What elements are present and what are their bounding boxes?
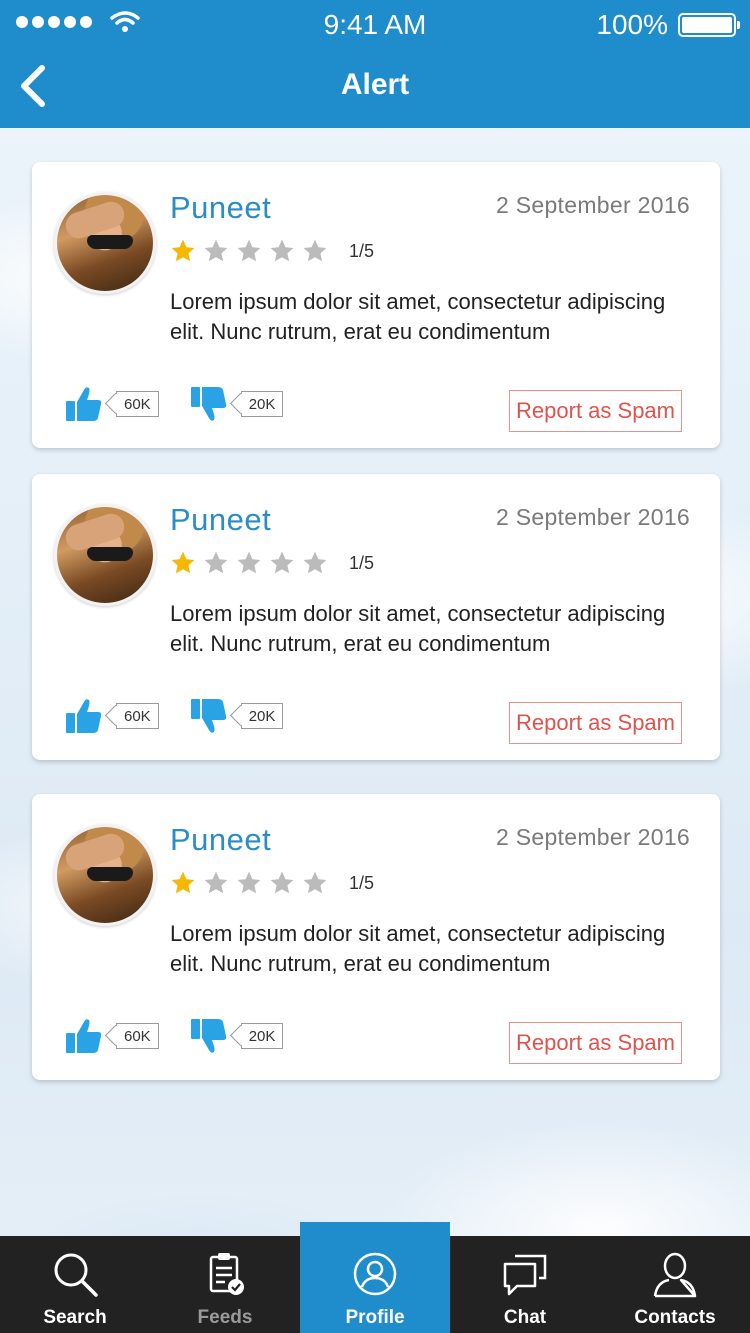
tab-label: Contacts [634, 1307, 716, 1328]
star-rating: 1/5 [170, 550, 374, 576]
tab-chat[interactable]: Chat [450, 1236, 600, 1333]
dislikes-count: 20K [240, 703, 284, 729]
star-empty-icon [237, 871, 261, 894]
likes-count: 60K [116, 703, 159, 729]
star-empty-icon [270, 239, 294, 262]
star-empty-icon [303, 551, 327, 574]
chat-icon [503, 1254, 547, 1296]
star-empty-icon [270, 551, 294, 574]
dislikes-count: 20K [240, 391, 284, 417]
nav-bar: Alert [0, 48, 750, 128]
thumbs-down-icon[interactable] [190, 696, 227, 736]
tab-feeds[interactable]: Feeds [150, 1236, 300, 1333]
star-rating: 1/5 [170, 238, 374, 264]
thumbs-down-icon[interactable] [190, 1016, 227, 1056]
report-spam-button[interactable]: Report as Spam [509, 702, 682, 744]
star-rating: 1/5 [170, 870, 374, 896]
tab-label: Chat [503, 1307, 547, 1328]
review-card: Puneet 2 September 2016 1/5 Lorem ipsum … [32, 474, 720, 760]
battery-percentage: 100% [596, 9, 668, 40]
star-empty-icon [303, 239, 327, 262]
review-card: Puneet 2 September 2016 1/5 Lorem ipsum … [32, 162, 720, 448]
star-empty-icon [237, 551, 261, 574]
thumbs-down-icon[interactable] [190, 384, 227, 424]
clipboard-icon [209, 1253, 244, 1295]
avatar [54, 824, 156, 926]
star-empty-icon [303, 871, 327, 894]
rating-text: 1/5 [349, 240, 375, 261]
tab-contacts[interactable]: Contacts [600, 1236, 750, 1333]
star-empty-icon [270, 871, 294, 894]
vote-actions: 60K 20K [66, 1016, 284, 1056]
avatar [54, 504, 156, 606]
review-card: Puneet 2 September 2016 1/5 Lorem ipsum … [32, 794, 720, 1080]
header: 9:41 AM 100% Alert [0, 0, 750, 128]
tab-bar: Search Feeds Profile Chat Contacts [0, 1222, 750, 1333]
dislikes-count: 20K [240, 1023, 284, 1049]
star-empty-icon [204, 239, 228, 262]
likes-count: 60K [116, 1023, 159, 1049]
review-text: Lorem ipsum dolor sit amet, consectetur … [170, 921, 666, 976]
rating-text: 1/5 [349, 872, 375, 893]
review-date: 2 September 2016 [495, 824, 690, 850]
review-date: 2 September 2016 [495, 504, 690, 530]
reviewer-name[interactable]: Puneet [170, 190, 271, 226]
report-spam-button[interactable]: Report as Spam [509, 390, 682, 432]
star-filled-icon [171, 871, 195, 894]
star-empty-icon [204, 551, 228, 574]
battery-icon [678, 13, 740, 37]
search-icon [54, 1253, 98, 1297]
report-spam-button[interactable]: Report as Spam [509, 1022, 682, 1064]
status-bar: 9:41 AM 100% [0, 0, 750, 48]
tab-label: Profile [345, 1307, 405, 1328]
thumbs-up-icon[interactable] [66, 384, 102, 424]
reviewer-name[interactable]: Puneet [170, 502, 271, 538]
avatar [54, 192, 156, 294]
contacts-icon [653, 1252, 697, 1298]
thumbs-up-icon[interactable] [66, 1016, 102, 1056]
tab-label: Search [43, 1307, 107, 1328]
profile-icon [353, 1252, 397, 1296]
review-text: Lorem ipsum dolor sit amet, consectetur … [170, 601, 666, 656]
review-date: 2 September 2016 [495, 192, 690, 218]
star-empty-icon [237, 239, 261, 262]
reviewer-name[interactable]: Puneet [170, 822, 271, 858]
review-text: Lorem ipsum dolor sit amet, consectetur … [170, 289, 666, 344]
tab-search[interactable]: Search [0, 1236, 150, 1333]
tab-label: Feeds [197, 1307, 253, 1328]
star-filled-icon [171, 551, 195, 574]
thumbs-up-icon[interactable] [66, 696, 102, 736]
vote-actions: 60K 20K [66, 384, 284, 424]
rating-text: 1/5 [349, 552, 375, 573]
likes-count: 60K [116, 391, 159, 417]
star-empty-icon [204, 871, 228, 894]
page-title: Alert [340, 68, 410, 101]
vote-actions: 60K 20K [66, 696, 284, 736]
tab-profile[interactable]: Profile [300, 1222, 450, 1333]
star-filled-icon [171, 239, 195, 262]
